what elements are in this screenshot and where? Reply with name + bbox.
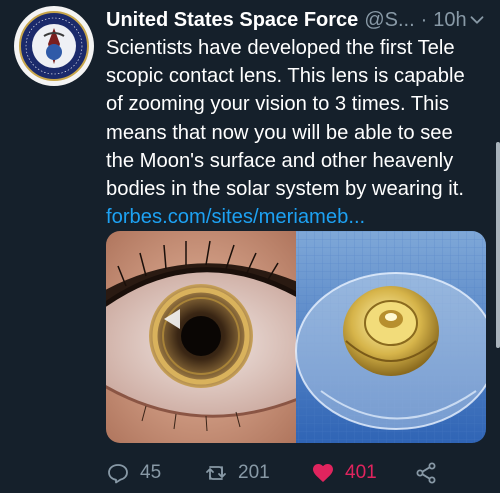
reply-button[interactable]: 45 bbox=[106, 458, 161, 488]
avatar[interactable] bbox=[14, 6, 94, 86]
tweet-text-line: the Moon's surface and other heavenly bbox=[106, 149, 454, 172]
like-button[interactable]: 401 bbox=[311, 458, 377, 488]
share-icon bbox=[416, 462, 436, 484]
display-name[interactable]: United States Space Force bbox=[106, 9, 358, 32]
like-count: 401 bbox=[345, 462, 377, 483]
tweet-actions: 45 201 401 bbox=[106, 458, 490, 488]
scrollbar[interactable] bbox=[496, 142, 500, 348]
share-button[interactable] bbox=[414, 458, 448, 488]
handle[interactable]: @S... bbox=[364, 9, 414, 32]
tweet-header: United States Space Force @S... · 10h bbox=[106, 6, 488, 34]
separator-dot: · bbox=[420, 8, 428, 31]
reply-icon bbox=[108, 464, 128, 484]
retweet-count: 201 bbox=[238, 462, 270, 483]
chevron-down-icon[interactable] bbox=[466, 9, 488, 31]
tweet-media[interactable] bbox=[106, 231, 486, 443]
tweet-link[interactable]: forbes.com/sites/meriameb... bbox=[106, 203, 490, 231]
media-image bbox=[106, 231, 486, 443]
retweet-button[interactable]: 201 bbox=[204, 458, 270, 488]
heart-icon bbox=[313, 464, 333, 482]
tweet-text-line: means that now you will be able to see bbox=[106, 121, 453, 144]
tweet-text-line: scopic contact lens. This lens is capabl… bbox=[106, 65, 465, 88]
tweet-text-line: of zooming your vision to 3 times. This bbox=[106, 93, 449, 116]
space-corps-seal-icon bbox=[17, 9, 91, 83]
tweet-text-line: bodies in the solar system by wearing it… bbox=[106, 178, 464, 201]
tweet-text-line: Scientists have developed the first Tele bbox=[106, 37, 455, 59]
tweet-text: Scientists have developed the first Tele… bbox=[106, 34, 490, 231]
timestamp[interactable]: 10h bbox=[433, 9, 466, 32]
retweet-icon bbox=[206, 466, 226, 480]
reply-count: 45 bbox=[140, 462, 162, 483]
